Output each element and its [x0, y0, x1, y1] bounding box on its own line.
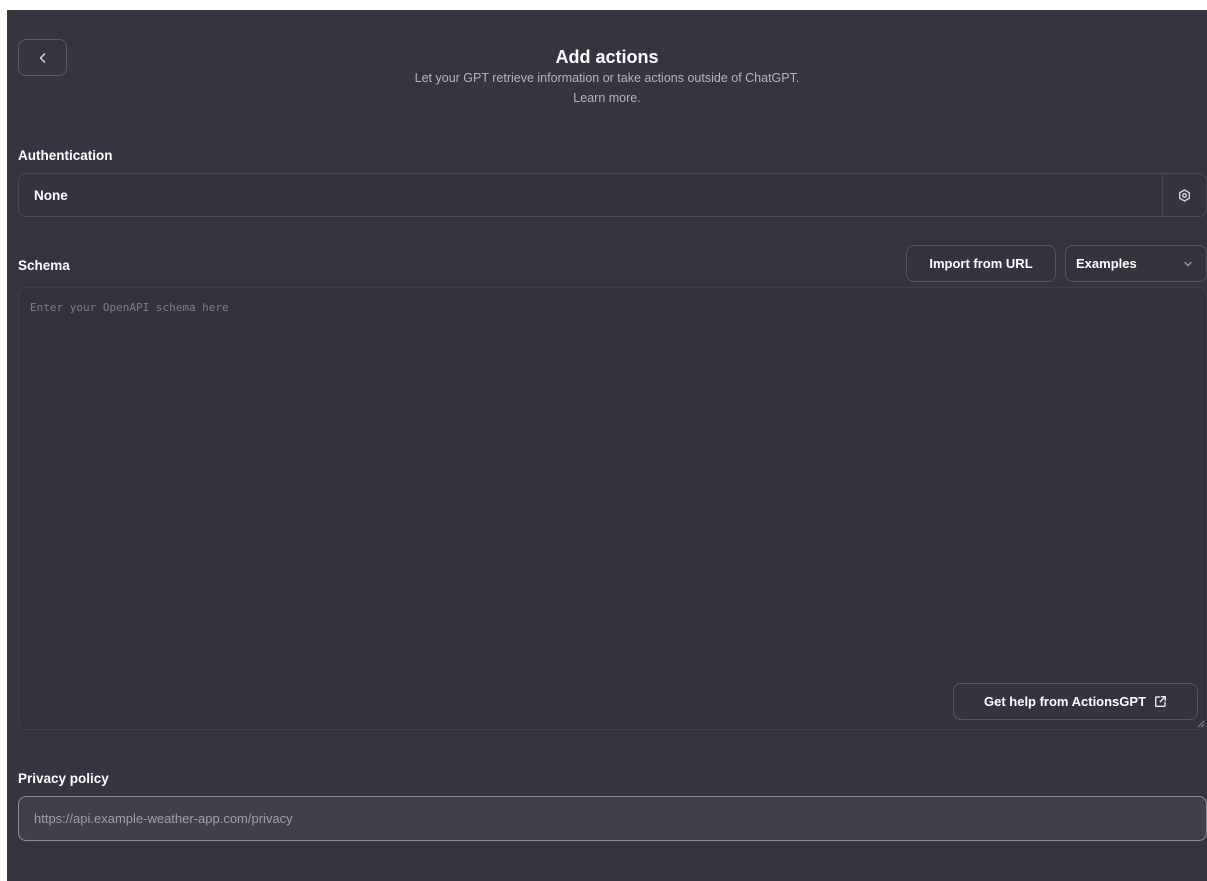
schema-placeholder: Enter your OpenAPI schema here: [30, 301, 229, 314]
examples-dropdown-label: Examples: [1076, 256, 1137, 271]
gear-icon: [1179, 188, 1191, 202]
privacy-policy-label: Privacy policy: [18, 771, 109, 786]
add-actions-panel: Add actions Let your GPT retrieve inform…: [7, 10, 1207, 881]
chevron-down-icon: [1184, 261, 1192, 267]
page-title: Add actions: [555, 47, 659, 67]
schema-editor[interactable]: Enter your OpenAPI schema here Get help …: [18, 287, 1207, 730]
authentication-settings-button[interactable]: [1162, 174, 1206, 216]
authentication-label: Authentication: [18, 148, 113, 163]
actionsgpt-help-button[interactable]: Get help from ActionsGPT: [953, 683, 1198, 720]
examples-dropdown[interactable]: Examples: [1065, 245, 1207, 282]
authentication-field[interactable]: None: [18, 173, 1207, 217]
authentication-value: None: [34, 188, 68, 203]
page-subtitle: Let your GPT retrieve information or tak…: [414, 71, 800, 85]
actionsgpt-help-label: Get help from ActionsGPT: [983, 694, 1147, 709]
import-from-url-button[interactable]: Import from URL: [906, 245, 1056, 282]
privacy-policy-input[interactable]: [19, 797, 1206, 840]
page-header: Add actions Let your GPT retrieve inform…: [7, 46, 1207, 108]
learn-more-link[interactable]: Learn more.: [7, 88, 1207, 108]
external-link-icon: [1155, 696, 1167, 707]
schema-label: Schema: [18, 258, 70, 273]
resize-handle[interactable]: [1196, 719, 1205, 728]
privacy-policy-field: [18, 796, 1207, 841]
